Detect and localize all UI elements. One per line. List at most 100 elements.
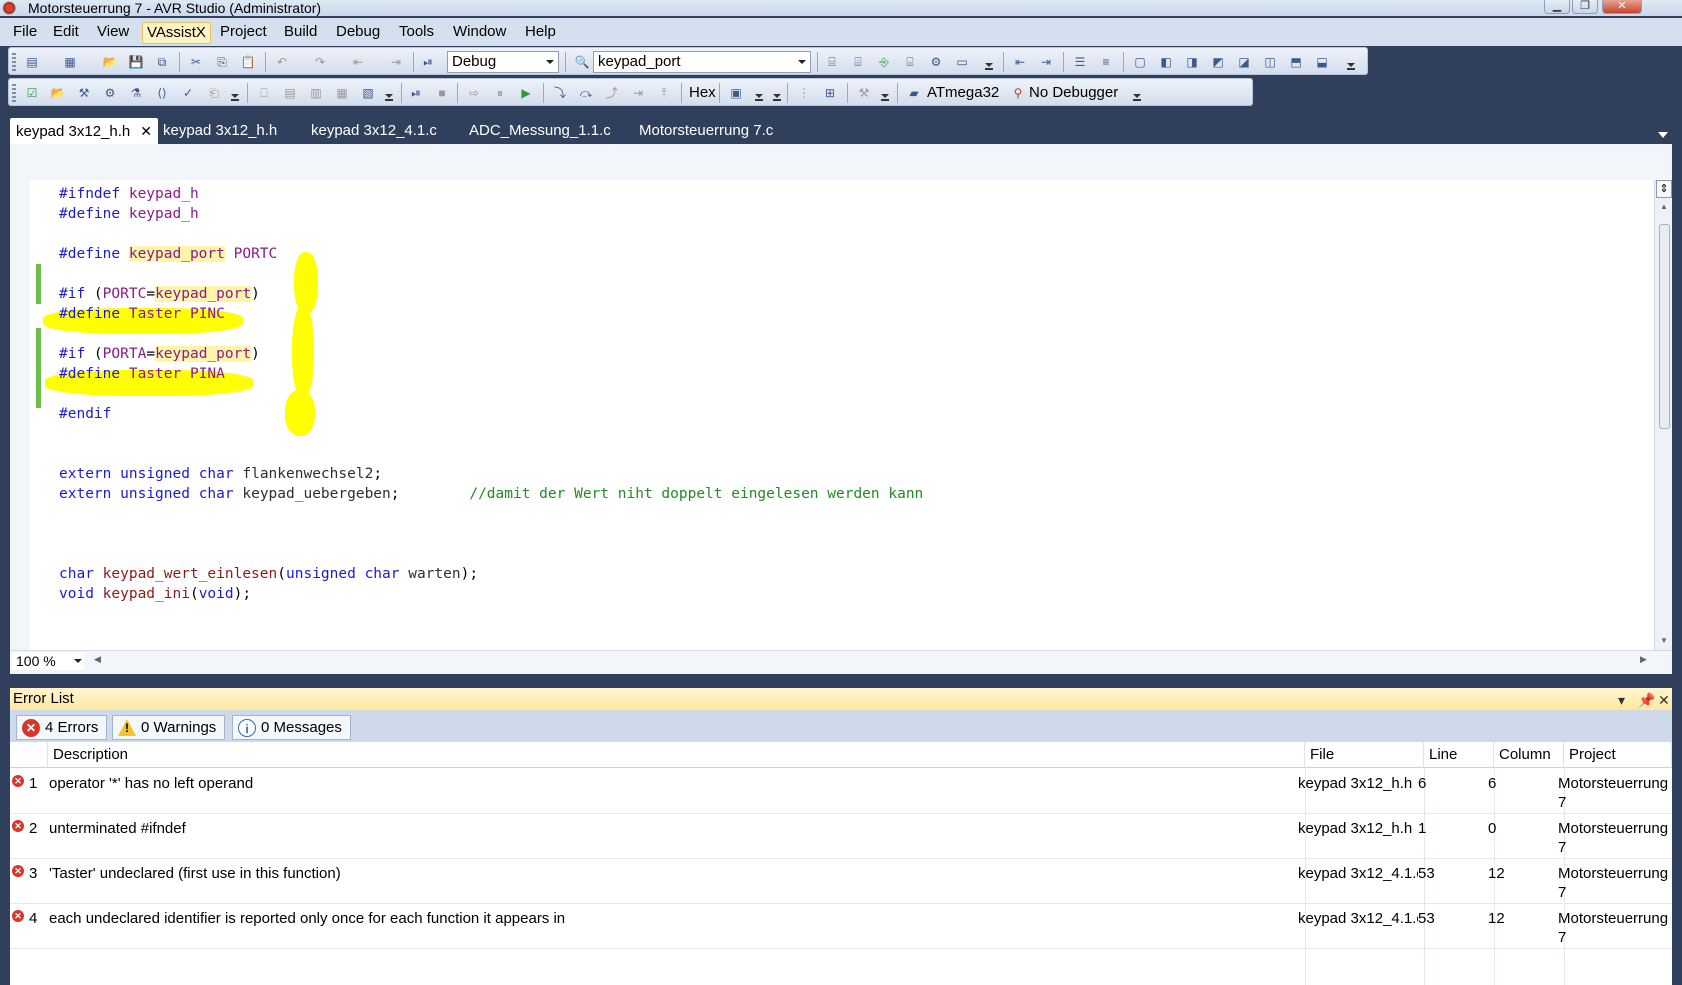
toolbar-grip[interactable] [12,84,16,102]
column-header-line[interactable]: Line [1424,742,1494,768]
scroll-down-icon[interactable]: ▼ [1660,636,1668,645]
next-bookmark-folder-icon[interactable]: ◪ [1235,54,1253,70]
menu-file[interactable]: File [9,22,41,44]
extension-manager-icon[interactable]: ⚙ [927,54,945,70]
io-view-icon[interactable]: ▧ [359,85,377,101]
copy-icon[interactable]: ⎘ [213,54,231,70]
toolbar-overflow-icon[interactable] [773,87,781,101]
next-bookmark-document-icon[interactable]: ⬒ [1287,54,1305,70]
toolbar-overflow-icon[interactable] [1133,87,1141,101]
run-to-cursor-icon[interactable]: ⇥ [629,85,647,101]
menu-build[interactable]: Build [280,22,321,44]
step-into-icon[interactable]: ⤵ [551,85,569,101]
insert-snippet-icon[interactable]: ⟨⟩ [153,85,171,101]
active-files-dropdown-icon[interactable] [1658,132,1668,138]
menu-view[interactable]: View [93,22,133,44]
disassembly-icon[interactable]: ⎗ [205,85,223,101]
messages-filter-button[interactable]: i 0 Messages [232,715,351,740]
tab-motorsteuerrung-7-c[interactable]: Motorsteuerrung 7.c [633,120,779,144]
device-selector[interactable]: ATmega32 [927,84,999,102]
menu-edit[interactable]: Edit [49,22,83,44]
build-project-icon[interactable]: 📂 [49,85,67,101]
save-all-icon[interactable]: ⧉ [153,54,171,70]
previous-bookmark-folder-icon[interactable]: ◩ [1209,54,1227,70]
warnings-filter-button[interactable]: ! 0 Warnings [112,715,226,740]
scroll-right-icon[interactable]: ▶ [1640,654,1647,665]
scroll-up-icon[interactable]: ▲ [1660,202,1668,211]
cut-icon[interactable]: ✂ [187,54,205,70]
tab-keypad-3x12-h-active[interactable]: keypad 3x12_h.h ✕ [10,118,158,144]
close-panel-icon[interactable]: ✕ [1658,689,1670,711]
show-next-statement-icon[interactable]: ⇨ [465,85,483,101]
device-programming-grid-icon[interactable]: ⊞ [821,85,839,101]
code-text-area[interactable]: #ifndef keypad_h #define keypad_h #defin… [30,180,1655,650]
start-debugging-icon[interactable]: ⏯ [419,54,437,70]
hex-toggle[interactable]: Hex [689,84,716,102]
navigate-forward-icon[interactable]: ⇥ [387,54,405,70]
minimize-button[interactable]: ▁ [1544,0,1570,14]
step-out-icon[interactable]: ⤴ [603,85,621,101]
object-browser-icon[interactable]: ⎆ [875,54,893,70]
clean-icon[interactable]: ⚙ [101,85,119,101]
menu-window[interactable]: Window [449,22,510,44]
properties-icon[interactable]: ⌹ [849,54,867,70]
start-without-debugging-icon[interactable]: ⏯ [407,85,425,101]
menu-debug[interactable]: Debug [332,22,384,44]
errors-filter-button[interactable]: ✕ 4 Errors [16,715,108,740]
command-window-icon[interactable]: ▭ [953,54,971,70]
menu-tools[interactable]: Tools [395,22,438,44]
reset-icon[interactable]: ⤒ [655,85,673,101]
watch-icon[interactable]: ▥ [307,85,325,101]
previous-bookmark-icon[interactable]: ◧ [1157,54,1175,70]
rebuild-icon[interactable]: ⚒ [75,85,93,101]
error-row[interactable]: ✕ 4 each undeclared identifier is report… [10,904,1672,949]
tab-adc-messung[interactable]: ADC_Messung_1.1.c [463,120,617,144]
registers-icon[interactable]: ▤ [281,85,299,101]
save-icon[interactable]: 💾 [127,54,145,70]
column-header-description[interactable]: Description [48,742,1305,768]
scroll-left-icon[interactable]: ◀ [94,654,101,665]
step-over-icon[interactable]: ⤼ [577,85,595,101]
memory-window-icon[interactable]: ⎕ [255,85,273,101]
uncomment-lines-icon[interactable]: ≡ [1097,54,1115,70]
device-programming-icon[interactable]: ⚗ [127,85,145,101]
column-header-file[interactable]: File [1305,742,1424,768]
tab-keypad-3x12-h[interactable]: keypad 3x12_h.h [157,120,283,144]
toolbar-overflow-icon[interactable] [385,87,393,101]
stop-debugging-icon[interactable]: ■ [433,85,451,101]
error-row[interactable]: ✕ 1 operator '*' has no left operand key… [10,769,1672,814]
toolbox-icon[interactable]: ⌺ [901,54,919,70]
tool-settings-icon[interactable]: ⚒ [855,85,873,101]
menu-help[interactable]: Help [521,22,560,44]
error-row[interactable]: ✕ 2 unterminated #ifndef keypad 3x12_h.h… [10,814,1672,859]
toolbar-overflow-icon[interactable] [1347,56,1355,70]
zoom-combo[interactable]: 100 % [12,652,84,670]
next-bookmark-icon[interactable]: ◨ [1183,54,1201,70]
comment-lines-icon[interactable]: ☰ [1071,54,1089,70]
pin-icon[interactable]: 📌 [1638,689,1655,711]
navigate-backward-icon[interactable]: ⇤ [349,54,367,70]
toolbar-overflow-icon[interactable] [755,87,763,101]
column-header-index[interactable] [10,742,48,768]
continue-icon[interactable]: ▶ [517,85,535,101]
toolbar-grip[interactable] [12,53,16,71]
clear-bookmarks-icon[interactable]: ⬓ [1313,54,1331,70]
scrollbar-thumb[interactable] [1659,224,1670,429]
restore-button[interactable]: ❐ [1572,0,1598,14]
breakpoints-icon[interactable]: ⋮ [795,85,813,101]
close-tab-icon[interactable]: ✕ [140,123,152,139]
decrease-indent-icon[interactable]: ⇤ [1011,54,1029,70]
previous-bookmark-document-icon[interactable]: ◫ [1261,54,1279,70]
debugger-selector[interactable]: No Debugger [1029,84,1118,102]
increase-indent-icon[interactable]: ⇥ [1037,54,1055,70]
locals-icon[interactable]: ▦ [333,85,351,101]
processor-view-icon[interactable]: ▣ [727,85,745,101]
toolbar-overflow-icon[interactable] [985,56,993,70]
toolbar-overflow-icon[interactable] [881,87,889,101]
bookmark-icon[interactable]: ▢ [1131,54,1149,70]
tab-keypad-3x12-4-1-c[interactable]: keypad 3x12_4.1.c [305,120,443,144]
break-all-icon[interactable]: ⏸ [491,85,509,101]
open-file-icon[interactable]: 📂 [101,54,119,70]
spell-check-icon[interactable]: ✓ [179,85,197,101]
error-row[interactable]: ✕ 3 'Taster' undeclared (first use in th… [10,859,1672,904]
